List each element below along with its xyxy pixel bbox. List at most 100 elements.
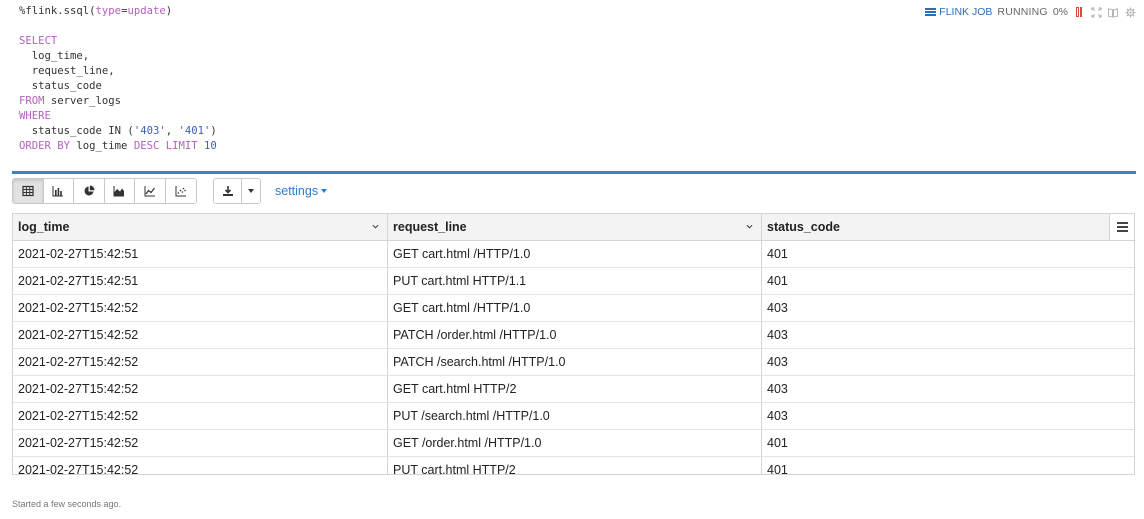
code-token: status_code bbox=[19, 80, 102, 92]
table-cell-status-code[interactable]: 403 bbox=[762, 376, 1111, 402]
table-icon bbox=[22, 185, 34, 197]
code-token: ORDER BY bbox=[19, 140, 71, 152]
grid-menu-button[interactable] bbox=[1109, 214, 1134, 240]
download-button[interactable] bbox=[214, 179, 242, 203]
table-cell-log-time[interactable]: 2021-02-27T15:42:52 bbox=[13, 349, 388, 375]
code-token: FROM bbox=[19, 95, 45, 107]
table-cell-request-line[interactable]: PUT cart.html HTTP/1.1 bbox=[388, 268, 762, 294]
code-line: %flink.ssql(type=update) bbox=[19, 4, 217, 19]
scatter-chart-button[interactable] bbox=[165, 179, 196, 203]
table-row[interactable]: 2021-02-27T15:42:52 PUT cart.html HTTP/2 4… bbox=[13, 457, 1134, 474]
table-cell-request-line[interactable]: PATCH /search.html /HTTP/1.0 bbox=[388, 349, 762, 375]
flink-job-link[interactable]: FLINK JOB bbox=[925, 6, 992, 18]
table-row[interactable]: 2021-02-27T15:42:52 PATCH /order.html /HT… bbox=[13, 322, 1134, 349]
code-token: %flink.ssql( bbox=[19, 5, 96, 17]
table-cell-request-line[interactable]: GET cart.html /HTTP/1.0 bbox=[388, 241, 762, 267]
code-token: type bbox=[95, 5, 122, 17]
flink-job-label: FLINK JOB bbox=[939, 6, 993, 18]
code-token: SELECT bbox=[19, 35, 58, 47]
table-cell-log-time[interactable]: 2021-02-27T15:42:52 bbox=[13, 376, 388, 402]
table-view-button[interactable] bbox=[13, 179, 44, 203]
chevron-down-icon[interactable] bbox=[746, 223, 753, 230]
table-row[interactable]: 2021-02-27T15:42:51 PUT cart.html HTTP/1.… bbox=[13, 268, 1134, 295]
chevron-down-icon[interactable] bbox=[372, 223, 379, 230]
result-table: log_time request_line status_code 2021-0… bbox=[12, 213, 1135, 475]
code-editor[interactable]: %flink.ssql(type=update) SELECT log_time,… bbox=[0, 0, 1144, 172]
table-body: 2021-02-27T15:42:51 GET cart.html /HTTP/1… bbox=[13, 241, 1134, 474]
view-button-group bbox=[12, 178, 197, 204]
settings-dropdown[interactable]: settings bbox=[275, 184, 328, 198]
line-chart-button[interactable] bbox=[135, 179, 166, 203]
job-state: RUNNING bbox=[997, 6, 1048, 18]
code-line: log_time, bbox=[19, 49, 217, 64]
column-header-request-line[interactable]: request_line bbox=[388, 214, 762, 240]
code-token: 10 bbox=[204, 140, 217, 152]
table-cell-status-code[interactable]: 403 bbox=[762, 295, 1111, 321]
download-icon bbox=[222, 186, 233, 196]
bar-chart-button[interactable] bbox=[43, 179, 74, 203]
code-line: request_line, bbox=[19, 64, 217, 79]
table-row[interactable]: 2021-02-27T15:42:52 PUT /search.html /HTT… bbox=[13, 403, 1134, 430]
area-chart-button[interactable] bbox=[104, 179, 135, 203]
table-cell-status-code[interactable]: 401 bbox=[762, 241, 1111, 267]
gear-icon[interactable] bbox=[1124, 6, 1136, 18]
table-cell-log-time[interactable]: 2021-02-27T15:42:52 bbox=[13, 430, 388, 456]
table-row[interactable]: 2021-02-27T15:42:51 GET cart.html /HTTP/1… bbox=[13, 241, 1134, 268]
table-row[interactable]: 2021-02-27T15:42:52 GET cart.html /HTTP/1… bbox=[13, 295, 1134, 322]
code-token: server_logs bbox=[44, 95, 122, 107]
expand-icon[interactable] bbox=[1090, 6, 1102, 18]
table-cell-log-time[interactable]: 2021-02-27T15:42:51 bbox=[13, 241, 388, 267]
pause-icon[interactable] bbox=[1073, 6, 1085, 18]
code-line: ORDER BY log_time DESC LIMIT 10 bbox=[19, 139, 217, 154]
chevron-down-icon bbox=[248, 189, 254, 193]
table-cell-log-time[interactable]: 2021-02-27T15:42:51 bbox=[13, 268, 388, 294]
table-cell-status-code[interactable]: 403 bbox=[762, 322, 1111, 348]
hamburger-icon bbox=[1116, 222, 1128, 232]
download-dropdown-button[interactable] bbox=[242, 179, 260, 203]
chevron-down-icon bbox=[321, 189, 328, 193]
pie-chart-button[interactable] bbox=[74, 179, 105, 203]
table-cell-status-code[interactable]: 401 bbox=[762, 430, 1111, 456]
line-chart-icon bbox=[144, 186, 155, 197]
pie-chart-icon bbox=[84, 185, 95, 196]
code-token: update bbox=[127, 5, 166, 17]
table-cell-request-line[interactable]: PATCH /order.html /HTTP/1.0 bbox=[388, 322, 762, 348]
table-cell-request-line[interactable]: GET /order.html /HTTP/1.0 bbox=[388, 430, 762, 456]
table-row[interactable]: 2021-02-27T15:42:52 GET cart.html HTTP/2 4… bbox=[13, 376, 1134, 403]
paragraph-status: Started a few seconds ago. bbox=[12, 499, 122, 509]
editor-result-divider bbox=[12, 171, 1136, 174]
code-line: SELECT bbox=[19, 34, 217, 49]
table-cell-request-line[interactable]: GET cart.html HTTP/2 bbox=[388, 376, 762, 402]
column-header-label: status_code bbox=[767, 220, 840, 234]
settings-label: settings bbox=[275, 184, 319, 198]
sql-code[interactable]: %flink.ssql(type=update) SELECT log_time,… bbox=[19, 4, 217, 154]
code-line: WHERE bbox=[19, 109, 217, 124]
table-cell-log-time[interactable]: 2021-02-27T15:42:52 bbox=[13, 295, 388, 321]
table-cell-request-line[interactable]: PUT cart.html HTTP/2 bbox=[388, 457, 762, 474]
table-row[interactable]: 2021-02-27T15:42:52 GET /order.html /HTTP… bbox=[13, 430, 1134, 457]
bar-chart-icon bbox=[52, 186, 64, 197]
code-token: '403' bbox=[133, 125, 166, 137]
table-cell-status-code[interactable]: 401 bbox=[762, 457, 1111, 474]
table-cell-status-code[interactable]: 403 bbox=[762, 349, 1111, 375]
code-token: ) bbox=[210, 125, 217, 137]
code-token: , bbox=[165, 125, 179, 137]
job-list-icon bbox=[925, 8, 937, 16]
code-token: '401' bbox=[178, 125, 211, 137]
table-cell-status-code[interactable]: 403 bbox=[762, 403, 1111, 429]
table-cell-request-line[interactable]: GET cart.html /HTTP/1.0 bbox=[388, 295, 762, 321]
code-token: status_code IN ( bbox=[19, 125, 134, 137]
table-cell-status-code[interactable]: 401 bbox=[762, 268, 1111, 294]
table-cell-log-time[interactable]: 2021-02-27T15:42:52 bbox=[13, 457, 388, 474]
table-cell-request-line[interactable]: PUT /search.html /HTTP/1.0 bbox=[388, 403, 762, 429]
table-cell-log-time[interactable]: 2021-02-27T15:42:52 bbox=[13, 322, 388, 348]
code-token: DESC bbox=[133, 140, 160, 152]
column-header-log-time[interactable]: log_time bbox=[13, 214, 388, 240]
table-row[interactable]: 2021-02-27T15:42:52 PATCH /search.html /H… bbox=[13, 349, 1134, 376]
table-header: log_time request_line status_code bbox=[13, 214, 1134, 241]
table-cell-log-time[interactable]: 2021-02-27T15:42:52 bbox=[13, 403, 388, 429]
book-icon[interactable] bbox=[1107, 6, 1119, 18]
column-header-status-code[interactable]: status_code bbox=[762, 214, 1111, 240]
code-token: ) bbox=[165, 5, 173, 17]
